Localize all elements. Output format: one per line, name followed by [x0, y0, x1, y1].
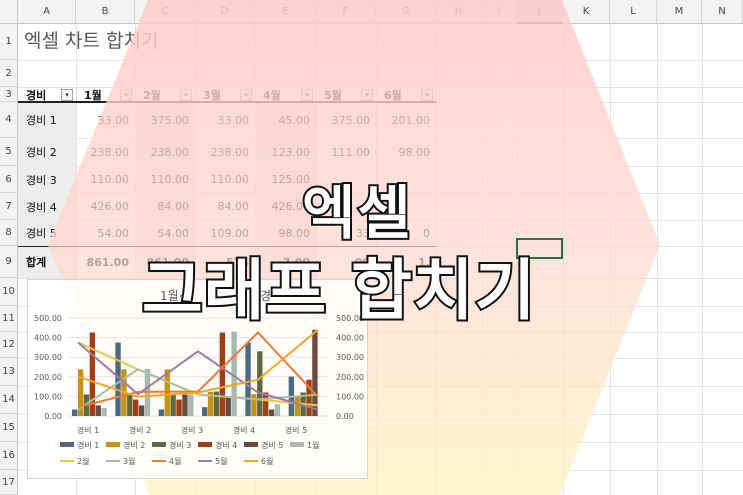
chart-y-tick-right: 200.00: [336, 373, 364, 382]
chart-y-tick-left: 300.00: [34, 353, 62, 362]
chart-category-label: 경비 2: [129, 425, 151, 435]
chart-y-tick-left: 100.00: [34, 392, 62, 401]
chart-bar: [257, 351, 263, 416]
chart-y-tick-left: 400.00: [34, 334, 62, 343]
chart-bar: [133, 399, 139, 416]
legend-bar-swatch: [152, 442, 166, 447]
overlay-title-line2: 그래프 합치기: [140, 250, 537, 331]
legend-entry: 경비 3: [169, 440, 191, 450]
legend-entry: 2월: [77, 456, 89, 466]
legend-entry: 경비 1: [77, 440, 99, 450]
legend-entry: 6월: [261, 456, 273, 466]
chart-bar: [72, 409, 78, 416]
chart-bar: [312, 329, 318, 416]
chart-y-tick-left: 0.00: [44, 412, 62, 421]
legend-bar-swatch: [106, 442, 120, 447]
chart-bar: [176, 399, 182, 416]
chart-bar: [182, 394, 188, 416]
chart-y-tick-left: 200.00: [34, 373, 62, 382]
legend-bar-swatch: [290, 442, 304, 447]
chart-y-tick-right: 300.00: [336, 353, 364, 362]
chart-bar: [138, 405, 145, 416]
chart-category-label: 경비 3: [181, 425, 203, 435]
chart-bar: [188, 394, 194, 416]
legend-entry: 경비 2: [123, 440, 145, 450]
chart-category-label: 경비 5: [285, 425, 307, 435]
legend-entry: 4월: [169, 456, 181, 466]
chart-bar: [274, 404, 281, 416]
chart-y-tick-right: 0.00: [336, 412, 354, 421]
legend-entry: 3월: [123, 456, 135, 466]
chart-bar: [202, 407, 208, 416]
chart-y-tick-right: 100.00: [336, 392, 364, 401]
chart-bar: [245, 342, 251, 416]
chart-bar: [127, 394, 133, 416]
chart-y-tick-right: 400.00: [336, 334, 364, 343]
legend-entry: 경비 5: [261, 440, 283, 450]
chart-category-label: 경비 4: [233, 425, 255, 435]
chart-bar: [251, 394, 257, 416]
chart-line-series: [77, 341, 319, 411]
legend-entry: 5월: [215, 456, 227, 466]
chart-category-label: 경비 1: [77, 425, 99, 435]
chart-bar: [294, 396, 300, 416]
chart-bar: [225, 396, 231, 416]
legend-bar-swatch: [60, 442, 74, 447]
chart-line-series: [77, 328, 319, 398]
legend-bar-swatch: [198, 442, 212, 447]
chart-bar: [170, 394, 176, 416]
chart-bar: [268, 409, 275, 416]
legend-entry: 경비 4: [215, 440, 237, 450]
chart-bar: [158, 409, 165, 416]
chart-bar: [219, 332, 226, 416]
legend-entry: 1월: [307, 440, 319, 450]
legend-bar-swatch: [244, 442, 258, 447]
chart-y-tick-left: 500.00: [34, 314, 62, 323]
chart-bar: [95, 405, 101, 416]
chart-bar: [101, 408, 107, 416]
